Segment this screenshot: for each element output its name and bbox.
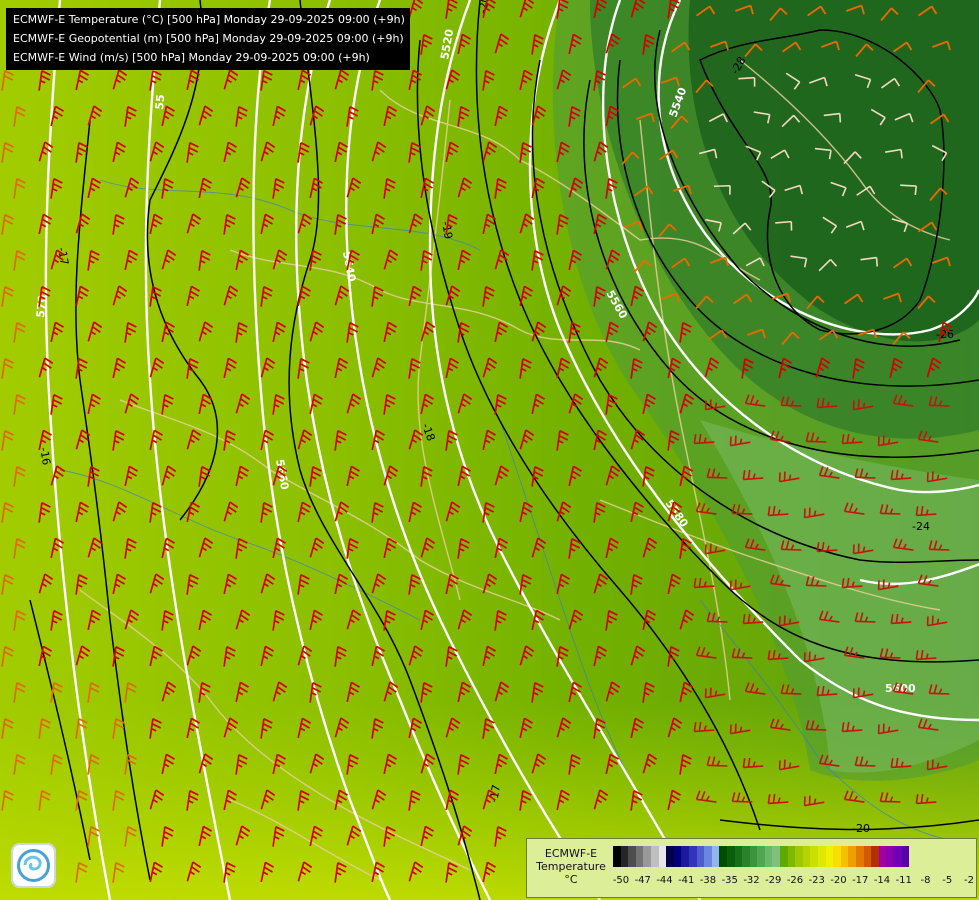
legend-swatch bbox=[886, 846, 894, 867]
legend-tick: -32 bbox=[743, 875, 760, 886]
legend-swatch bbox=[749, 846, 758, 867]
legend-swatch bbox=[825, 846, 834, 867]
legend-swatch bbox=[848, 846, 856, 867]
header-temperature-line: ECMWF-E Temperature (°C) [500 hPa] Monda… bbox=[13, 13, 405, 26]
legend-tick: -47 bbox=[634, 875, 651, 886]
legend-swatch bbox=[856, 846, 864, 867]
legend-tick: -17 bbox=[852, 875, 869, 886]
legend-swatch bbox=[681, 846, 689, 867]
legend-tick: -50 bbox=[612, 875, 630, 886]
legend-swatch bbox=[628, 846, 636, 867]
legend-swatch bbox=[726, 846, 735, 867]
legend-tick: -5 bbox=[942, 875, 953, 886]
legend-swatch bbox=[802, 846, 811, 867]
temp-label: -20 bbox=[852, 822, 870, 835]
legend-swatch bbox=[711, 846, 720, 867]
legend-swatch bbox=[878, 846, 887, 867]
legend-tick: -44 bbox=[656, 875, 673, 886]
legend-color-scale bbox=[613, 846, 910, 867]
legend-tick: -20 bbox=[830, 875, 847, 886]
legend-swatch bbox=[688, 846, 697, 867]
legend-swatch bbox=[795, 846, 803, 867]
legend-tick-labels: -50 -47 -44 -41 -38 -35 -32 -29 -26 -23 -20 -17 -14-… bbox=[612, 875, 974, 889]
temperature-legend: ECMWF-E Temperature °C -50 -47 -44 -41 -38 -3… bbox=[526, 838, 977, 898]
map-header: ECMWF-E Temperature (°C) [500 hPa] Monda… bbox=[6, 8, 410, 70]
legend-swatch bbox=[871, 846, 879, 867]
legend-swatch bbox=[840, 846, 849, 867]
legend-tick: -8 bbox=[920, 875, 931, 886]
legend-swatch bbox=[613, 846, 621, 867]
legend-swatch bbox=[780, 846, 788, 867]
legend-title-line: ECMWF-E bbox=[544, 847, 598, 860]
legend-tick: -29 bbox=[765, 875, 782, 886]
legend-tick: -2 bbox=[964, 875, 974, 886]
legend-title: ECMWF-E Temperature °C bbox=[531, 847, 611, 886]
legend-swatch bbox=[635, 846, 644, 867]
header-wind-line: ECMWF-E Wind (m/s) [500 hPa] Monday 29-0… bbox=[13, 51, 370, 64]
legend-title-line: °C bbox=[564, 873, 578, 886]
legend-swatch bbox=[620, 846, 629, 867]
legend-swatch bbox=[650, 846, 659, 867]
temp-label: -24 bbox=[912, 520, 930, 533]
legend-swatch bbox=[893, 846, 902, 867]
ecmwf-logo-icon bbox=[11, 843, 56, 888]
legend-swatch bbox=[772, 846, 781, 867]
legend-swatch bbox=[901, 846, 910, 867]
legend-swatch bbox=[696, 846, 705, 867]
legend-swatch bbox=[757, 846, 765, 867]
legend-swatch bbox=[658, 846, 667, 867]
legend-tick: -26 bbox=[786, 875, 804, 886]
legend-tick: -38 bbox=[699, 875, 717, 886]
legend-swatch bbox=[863, 846, 872, 867]
map-canvas: 5520 5540 5560 5580 5600 5640 5660 570 5… bbox=[0, 0, 979, 900]
weather-map: 5520 5540 5560 5580 5600 5640 5660 570 5… bbox=[0, 0, 979, 900]
legend-swatch bbox=[666, 846, 674, 867]
legend-tick: -35 bbox=[721, 875, 738, 886]
legend-swatch bbox=[742, 846, 750, 867]
legend-tick: -23 bbox=[808, 875, 825, 886]
legend-swatch bbox=[810, 846, 819, 867]
legend-swatch bbox=[643, 846, 651, 867]
header-geopotential-line: ECMWF-E Geopotential (m) [500 hPa] Monda… bbox=[13, 32, 404, 45]
legend-swatch bbox=[833, 846, 841, 867]
legend-tick: -41 bbox=[678, 875, 695, 886]
legend-swatch bbox=[704, 846, 712, 867]
legend-swatch bbox=[673, 846, 682, 867]
legend-tick: -11 bbox=[895, 875, 912, 886]
legend-title-line: Temperature bbox=[536, 860, 606, 873]
isoline-label: 55 bbox=[153, 94, 167, 110]
legend-tick: -14 bbox=[873, 875, 891, 886]
legend-swatch bbox=[734, 846, 743, 867]
legend-swatch bbox=[787, 846, 796, 867]
legend-swatch bbox=[764, 846, 773, 867]
legend-swatch bbox=[719, 846, 727, 867]
legend-swatch bbox=[818, 846, 826, 867]
